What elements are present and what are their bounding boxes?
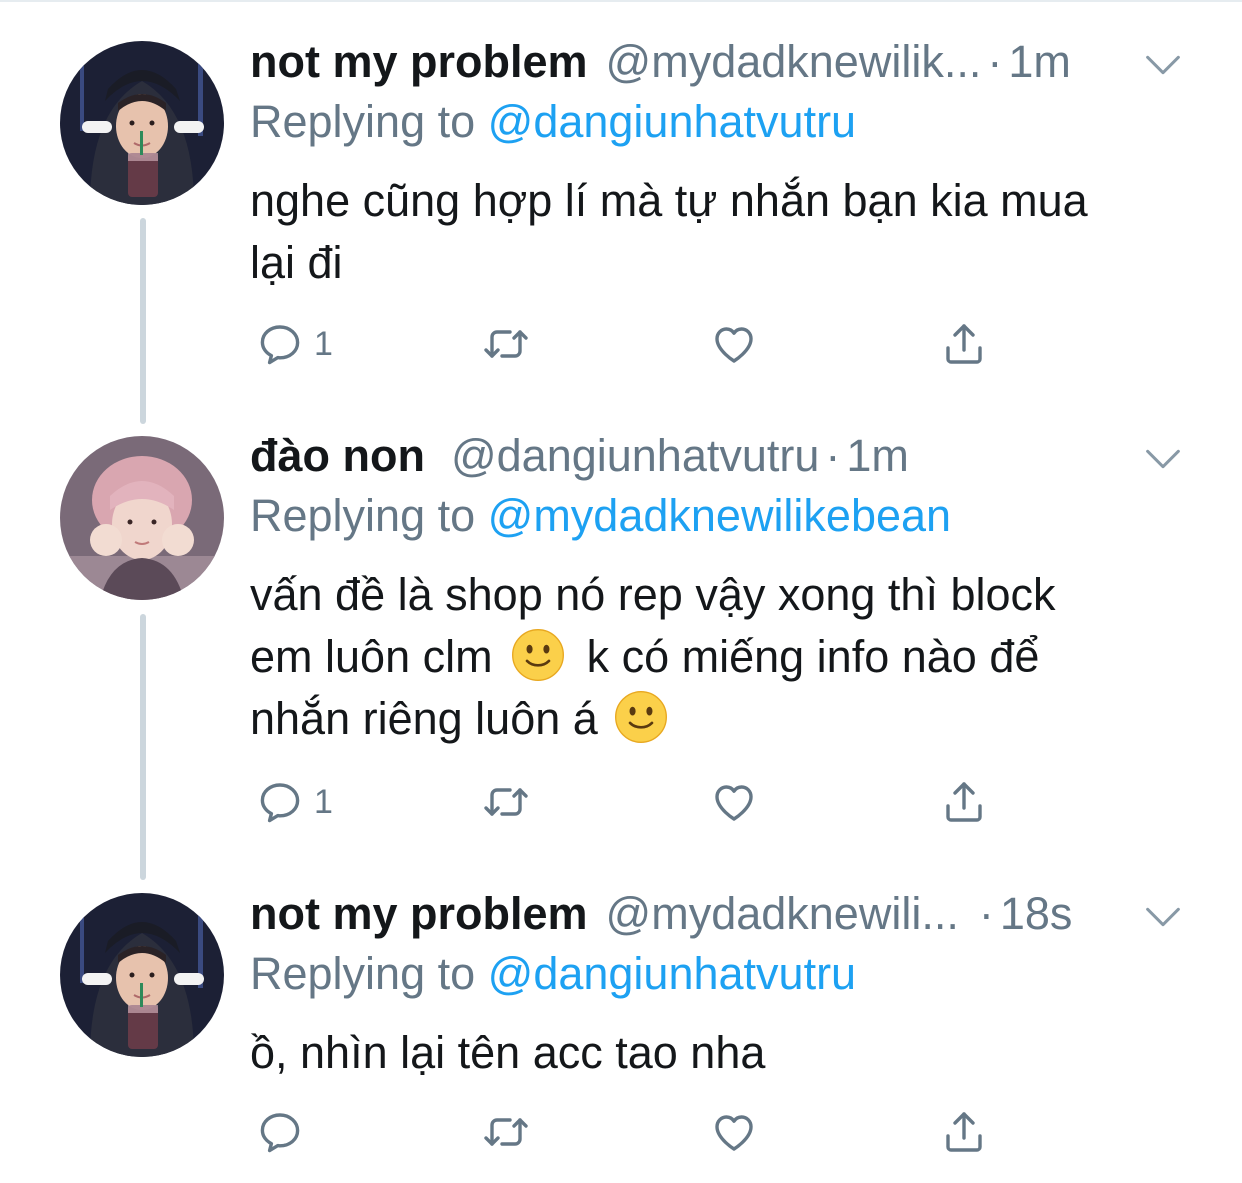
share-icon [940, 778, 988, 826]
tweet-text-line: nhắn riêng luôn á [250, 688, 1170, 750]
tweet-header: not my problem @mydadknewili... · 18s [250, 886, 1130, 942]
like-button[interactable] [710, 1102, 758, 1162]
tweet-text-line: nghe cũng hợp lí mà tự nhắn bạn kia mua [250, 175, 1088, 226]
slightly-smiling-face-icon [511, 628, 565, 682]
tweet-actions [250, 1102, 1010, 1162]
tweet-text-line: lại đi [250, 237, 343, 288]
avatar[interactable] [60, 41, 224, 205]
tweet-header: not my problem @mydadknewilik... · 1m [250, 34, 1130, 90]
retweet-button[interactable] [482, 772, 530, 832]
tweet-actions: 1 [250, 314, 1010, 374]
display-name[interactable]: not my problem [250, 886, 588, 942]
chevron-down-icon [1140, 42, 1186, 88]
replying-to-label: Replying to [250, 948, 488, 999]
avatar-hoodie-icon [60, 41, 224, 205]
tweet-text-fragment: nhắn riêng luôn á [250, 693, 598, 744]
separator-dot: · [825, 430, 841, 481]
retweet-button[interactable] [482, 1102, 530, 1162]
tweet-text: vấn đề là shop nó rep vậy xong thì block… [250, 564, 1170, 750]
retweet-icon [482, 778, 530, 826]
thread-connector-line [140, 218, 146, 424]
heart-icon [710, 778, 758, 826]
heart-icon [710, 1108, 758, 1156]
user-handle[interactable]: @mydadknewilik... [606, 34, 982, 90]
reply-button[interactable]: 1 [256, 314, 333, 374]
share-button[interactable] [940, 1102, 988, 1162]
retweet-button[interactable] [482, 314, 530, 374]
tweet-text-fragment: em luôn clm [250, 631, 493, 682]
mention-link[interactable]: @dangiunhatvutru [488, 948, 856, 999]
avatar[interactable] [60, 436, 224, 600]
reply-button[interactable]: 1 [256, 772, 333, 832]
chevron-down-icon [1140, 894, 1186, 940]
display-name[interactable]: đào non [250, 428, 425, 484]
replying-to-label: Replying to [250, 96, 488, 147]
slightly-smiling-face-icon [614, 690, 668, 744]
separator-dot: · [987, 36, 1003, 87]
retweet-icon [482, 1108, 530, 1156]
replying-to: Replying to @dangiunhatvutru [250, 946, 856, 1002]
tweet-header: đào non @dangiunhatvutru · 1m [250, 428, 1130, 484]
replying-to-label: Replying to [250, 490, 488, 541]
tweet-text: nghe cũng hợp lí mà tự nhắn bạn kia mua … [250, 170, 1170, 294]
tweet-text-line: vấn đề là shop nó rep vậy xong thì block [250, 569, 1056, 620]
top-divider [0, 0, 1242, 2]
avatar[interactable] [60, 893, 224, 1057]
display-name[interactable]: not my problem [250, 34, 588, 90]
tweet-text-line: em luôn clm k có miếng info nào để [250, 626, 1170, 688]
share-icon [940, 1108, 988, 1156]
tweet-text: ồ, nhìn lại tên acc tao nha [250, 1022, 1170, 1084]
retweet-icon [482, 320, 530, 368]
mention-link[interactable]: @mydadknewilikebean [488, 490, 951, 541]
share-icon [940, 320, 988, 368]
user-handle[interactable]: @mydadknewili... [606, 886, 959, 942]
mention-link[interactable]: @dangiunhatvutru [488, 96, 856, 147]
reply-icon [256, 320, 304, 368]
reply-icon [256, 1108, 304, 1156]
reply-count: 1 [314, 782, 333, 821]
replying-to: Replying to @mydadknewilikebean [250, 488, 951, 544]
user-handle[interactable]: @dangiunhatvutru [451, 428, 819, 484]
replying-to: Replying to @dangiunhatvutru [250, 94, 856, 150]
avatar-pink-hair-icon [60, 436, 224, 600]
share-button[interactable] [940, 314, 988, 374]
timestamp[interactable]: 1m [1008, 34, 1071, 90]
avatar-hoodie-icon [60, 893, 224, 1057]
tweet-actions: 1 [250, 772, 1010, 832]
thread-connector-line [140, 614, 146, 880]
tweet-text-fragment: k có miếng info nào để [586, 631, 1040, 682]
timestamp[interactable]: 18s [1000, 886, 1073, 942]
reply-count: 1 [314, 324, 333, 363]
like-button[interactable] [710, 314, 758, 374]
timestamp[interactable]: 1m [846, 428, 909, 484]
tweet-text-line: ồ, nhìn lại tên acc tao nha [250, 1027, 766, 1078]
chevron-down-icon [1140, 436, 1186, 482]
share-button[interactable] [940, 772, 988, 832]
reply-button[interactable] [256, 1102, 314, 1162]
separator-dot: · [978, 888, 994, 939]
tweet-menu-button[interactable] [1140, 436, 1186, 482]
tweet-menu-button[interactable] [1140, 42, 1186, 88]
like-button[interactable] [710, 772, 758, 832]
heart-icon [710, 320, 758, 368]
reply-icon [256, 778, 304, 826]
tweet-menu-button[interactable] [1140, 894, 1186, 940]
